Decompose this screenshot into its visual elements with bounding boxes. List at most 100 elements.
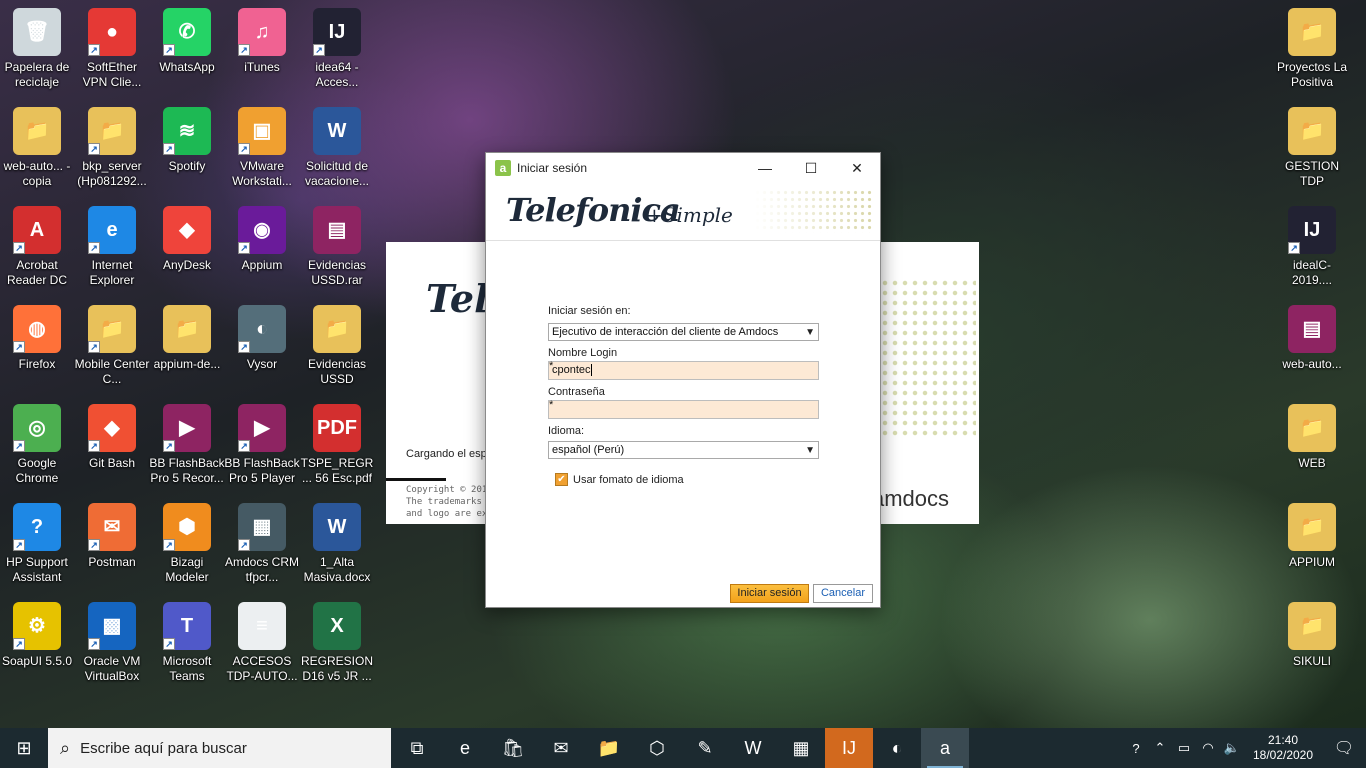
acrobat-icon: A ↗ xyxy=(13,206,61,254)
taskbar-file-explorer-icon[interactable]: 📁 xyxy=(585,728,633,768)
desktop-icon-web-auto[interactable]: ▤ web-auto... xyxy=(1274,299,1350,391)
taskbar-calendar-app-icon[interactable]: ▦ xyxy=(777,728,825,768)
desktop-icon-acrobat[interactable]: A ↗ Acrobat Reader DC xyxy=(0,200,75,292)
desktop-icon-soapui[interactable]: ⚙ ↗ SoapUI 5.5.0 xyxy=(0,596,75,688)
desktop-icon-bb-flashback-recorder[interactable]: ▶ ↗ BB FlashBack Pro 5 Recor... xyxy=(149,398,225,490)
desktop-icon-anydesk[interactable]: ◆ AnyDesk xyxy=(149,200,225,292)
whatsapp-icon: ✆ ↗ xyxy=(163,8,211,56)
bb-flashback-recorder-icon: ▶ ↗ xyxy=(163,404,211,452)
desktop-icon-label: TSPE_REGR... 56 Esc.pdf xyxy=(300,456,374,485)
desktop-icon-bb-flashback-player[interactable]: ▶ ↗ BB FlashBack Pro 5 Player xyxy=(224,398,300,490)
taskbar-mail-icon[interactable]: ✉ xyxy=(537,728,585,768)
volume-icon[interactable]: 🔈 xyxy=(1220,740,1244,756)
desktop-icon-label: idea64 - Acces... xyxy=(315,60,359,89)
desktop-icon-evidencias-ussd-rar[interactable]: ▤ Evidencias USSD.rar xyxy=(299,200,375,292)
desktop-icon-softether[interactable]: ● ↗ SoftEther VPN Clie... xyxy=(74,2,150,94)
desktop-icon-appium-folder[interactable]: 📁 APPIUM xyxy=(1274,497,1350,589)
shortcut-arrow-icon: ↗ xyxy=(238,143,250,155)
desktop-icon-label: WEB xyxy=(1298,456,1326,470)
desktop-icon-idea64[interactable]: IJ ↗ idea64 - Acces... xyxy=(299,2,375,94)
cancel-button[interactable]: Cancelar xyxy=(813,584,873,603)
desktop-icon-spotify[interactable]: ≋ ↗ Spotify xyxy=(149,101,225,193)
desktop-icon-hp-support[interactable]: ? ↗ HP Support Assistant xyxy=(0,497,75,589)
desktop-icon-label: BB FlashBack Pro 5 Player xyxy=(224,456,300,485)
text-caret xyxy=(590,364,592,377)
desktop-icon-label: Solicitud de vacacione... xyxy=(304,159,370,188)
desktop-icon-git-bash[interactable]: ◆ ↗ Git Bash xyxy=(74,398,150,490)
desktop-icon-web-folder[interactable]: 📁 WEB xyxy=(1274,398,1350,490)
splash-loading-text: Cargando el esp xyxy=(406,448,487,460)
desktop-icon-sikuli-folder[interactable]: 📁 SIKULI xyxy=(1274,596,1350,688)
desktop-icon-vysor[interactable]: ◐ ↗ Vysor xyxy=(224,299,300,391)
desktop-icon-vmware[interactable]: ▣ ↗ VMware Workstati... xyxy=(224,101,300,193)
desktop-icon-bkp-server[interactable]: 📁 ↗ bkp_server (Hp081292... xyxy=(74,101,150,193)
desktop-icon-bizagi[interactable]: ⬢ ↗ Bizagi Modeler xyxy=(149,497,225,589)
username-input[interactable]: * cpontec xyxy=(548,360,819,380)
desktop-icon-internet-explorer[interactable]: e ↗ Internet Explorer xyxy=(74,200,150,292)
appium-de-icon: 📁 xyxy=(163,305,211,353)
taskbar-edge-icon[interactable]: e xyxy=(441,728,489,768)
minimize-button[interactable]: — xyxy=(742,153,788,183)
desktop-icon-label: WhatsApp xyxy=(159,60,215,74)
start-button[interactable]: ⊞ xyxy=(0,728,48,768)
desktop-icon-web-auto-copia[interactable]: 📁 web-auto... - copia xyxy=(0,101,75,193)
desktop-icon-google-chrome[interactable]: ◎ ↗ Google Chrome xyxy=(0,398,75,490)
desktop-icon-alta-masiva[interactable]: W 1_Alta Masiva.docx xyxy=(299,497,375,589)
desktop-icon-appium-de[interactable]: 📁 appium-de... xyxy=(149,299,225,391)
desktop-icon-appium[interactable]: ◉ ↗ Appium xyxy=(224,200,300,292)
clock-date: 18/02/2020 xyxy=(1252,748,1314,762)
taskbar-store-icon[interactable]: 🛍 xyxy=(489,728,537,768)
desktop-icon-recycle-bin[interactable]: 🗑 Papelera de reciclaje xyxy=(0,2,75,94)
close-button[interactable]: ✕ xyxy=(834,153,880,183)
chevron-up-icon[interactable]: ⌃ xyxy=(1148,740,1172,756)
taskbar-vysor-icon[interactable]: ◐ xyxy=(873,728,921,768)
taskbar-snip-icon[interactable]: ✎ xyxy=(681,728,729,768)
desktop-icon-microsoft-teams[interactable]: T ↗ Microsoft Teams xyxy=(149,596,225,688)
battery-icon[interactable]: ▭ xyxy=(1172,740,1196,756)
wifi-icon[interactable]: ◠ xyxy=(1196,740,1220,756)
splash-amdocs-logo: amdocs xyxy=(872,486,950,511)
desktop-icon-whatsapp[interactable]: ✆ ↗ WhatsApp xyxy=(149,2,225,94)
desktop-icon-evidencias-ussd[interactable]: 📁 Evidencias USSD xyxy=(299,299,375,391)
shortcut-arrow-icon: ↗ xyxy=(13,539,25,551)
dialog-titlebar[interactable]: a Iniciar sesión — ☐ ✕ xyxy=(486,153,880,183)
virtualbox-icon: ▩ ↗ xyxy=(88,602,136,650)
desktop-icon-proyectos-la-positiva[interactable]: 📁 Proyectos La Positiva xyxy=(1274,2,1350,94)
evidencias-ussd-icon: 📁 xyxy=(313,305,361,353)
desktop-icon-postman[interactable]: ✉ ↗ Postman xyxy=(74,497,150,589)
notifications-icon[interactable]: 🗨 xyxy=(1322,738,1366,758)
taskbar-word-icon[interactable]: W xyxy=(729,728,777,768)
desktop-icon-firefox[interactable]: ◍ ↗ Firefox xyxy=(0,299,75,391)
desktop-icon-virtualbox[interactable]: ▩ ↗ Oracle VM VirtualBox xyxy=(74,596,150,688)
use-format-checkbox[interactable]: ✔ xyxy=(555,473,568,486)
shortcut-arrow-icon: ↗ xyxy=(88,341,100,353)
itunes-icon: ♫ ↗ xyxy=(238,8,286,56)
desktop-icon-gestion-tdp[interactable]: 📁 GESTION TDP xyxy=(1274,101,1350,193)
login-in-select[interactable]: Ejecutivo de interacción del cliente de … xyxy=(548,323,819,341)
required-asterisk: * xyxy=(549,360,554,372)
taskbar-task-view-icon[interactable]: ⧉ xyxy=(393,728,441,768)
use-format-label[interactable]: Usar fomato de idioma xyxy=(573,474,684,486)
language-select[interactable]: español (Perú) ▼ xyxy=(548,441,819,459)
desktop-icon-label: bkp_server (Hp081292... xyxy=(77,159,147,188)
desktop-icon-amdocs-crm[interactable]: ▦ ↗ Amdocs CRM tfpcr... xyxy=(224,497,300,589)
desktop-icon-accesos-tdp[interactable]: ≡ ACCESOS TDP-AUTO... xyxy=(224,596,300,688)
password-input[interactable]: * xyxy=(548,399,819,419)
desktop-icon-tspe-regr-pdf[interactable]: PDF TSPE_REGR... 56 Esc.pdf xyxy=(299,398,375,490)
maximize-button[interactable]: ☐ xyxy=(788,153,834,183)
taskbar-intellij-icon[interactable]: IJ xyxy=(825,728,873,768)
desktop-icon-itunes[interactable]: ♫ ↗ iTunes xyxy=(224,2,300,94)
login-button[interactable]: Iniciar sesión xyxy=(730,584,809,603)
desktop-icon-solicitud-vacaciones[interactable]: W Solicitud de vacacione... xyxy=(299,101,375,193)
taskbar-amdocs-icon[interactable]: a xyxy=(921,728,969,768)
desktop-icon-mobile-center[interactable]: 📁 ↗ Mobile Center C... xyxy=(74,299,150,391)
help-icon[interactable]: ? xyxy=(1124,741,1148,756)
taskbar-search[interactable]: ⌕ Escribe aquí para buscar xyxy=(48,728,391,768)
simple-logo: +Simple xyxy=(646,203,733,227)
desktop-icon-idealc-2019[interactable]: IJ ↗ idealC-2019.... xyxy=(1274,200,1350,292)
clock[interactable]: 21:40 18/02/2020 xyxy=(1244,733,1322,763)
taskbar-3d-viewer-icon[interactable]: ⬡ xyxy=(633,728,681,768)
desktop-icon-label: SoftEther VPN Clie... xyxy=(82,60,142,89)
desktop-icon-label: Spotify xyxy=(168,159,206,173)
desktop-icon-regresion-d16[interactable]: X REGRESION D16 v5 JR ... xyxy=(299,596,375,688)
